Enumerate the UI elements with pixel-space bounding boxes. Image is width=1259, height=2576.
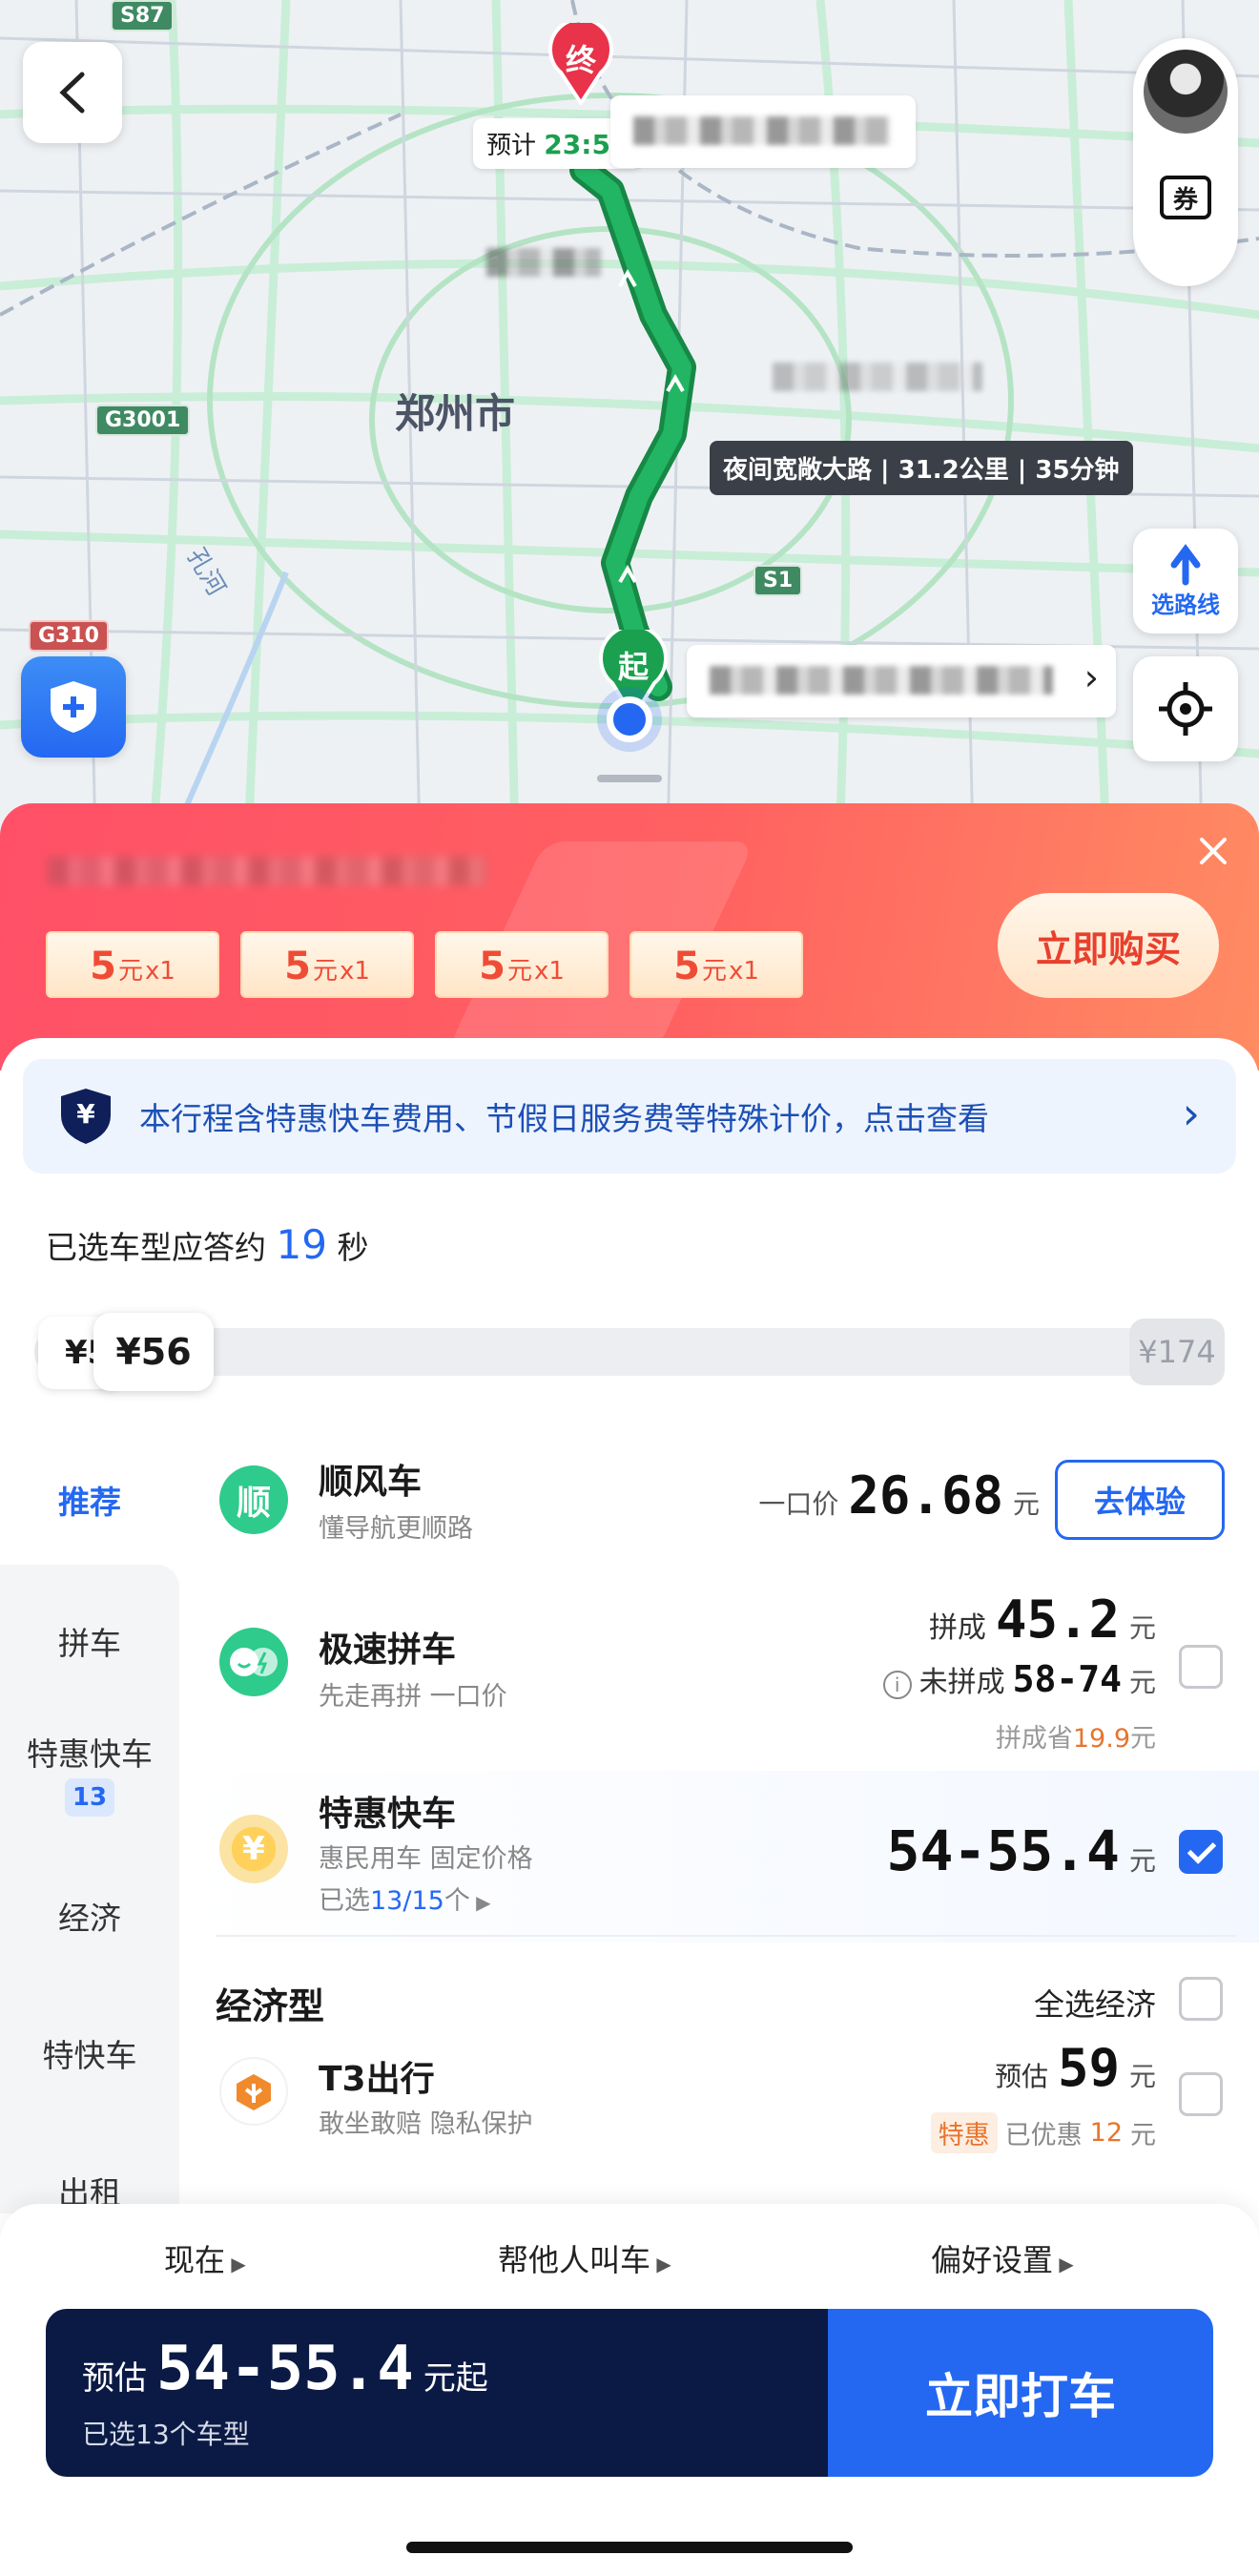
profile-panel: 券 — [1133, 38, 1238, 286]
locate-button[interactable] — [1133, 656, 1238, 761]
route-select-button[interactable]: 选路线 — [1133, 529, 1238, 634]
route-arrow-icon — [1170, 543, 1201, 585]
select-all-economy-label[interactable]: 全选经济 — [1034, 1981, 1156, 2025]
triangle-right-icon: ▶ — [650, 2253, 671, 2275]
blurred-poi — [773, 363, 982, 391]
carpool-checkbox[interactable] — [1179, 1645, 1223, 1689]
blurred-address — [710, 666, 1053, 695]
current-location-dot — [607, 696, 652, 742]
sheet-grabber[interactable] — [597, 775, 662, 782]
t3-discount: 特惠 已优惠 12 元 — [930, 2112, 1156, 2153]
option-call-for-other[interactable]: 帮他人叫车 ▶ — [498, 2236, 671, 2280]
express-carpool-icon — [219, 1628, 288, 1696]
blurred-promo-title — [48, 857, 486, 885]
t3-logo-icon — [219, 2057, 288, 2126]
special-express-icon: ¥ — [219, 1815, 288, 1883]
nav-item-express-plus[interactable]: 特快车 — [0, 2030, 179, 2076]
chevron-right-icon: › — [1182, 1088, 1200, 1139]
row-title: 顺风车 — [319, 1463, 423, 1502]
row-subtitle: 敢坐敢赔 隐私保护 — [319, 2109, 533, 2139]
pickup-label[interactable]: › — [687, 645, 1116, 717]
try-hitch-button[interactable]: 去体验 — [1055, 1460, 1225, 1540]
nav-item-special-express[interactable]: 特惠快车 — [0, 1729, 179, 1775]
slider-max-label: ¥174 — [1129, 1319, 1225, 1385]
chevron-right-icon: › — [1084, 656, 1099, 698]
row-title: 特惠快车 — [319, 1795, 457, 1834]
section-title: 经济型 — [216, 1985, 325, 2027]
special-express-price: 54-55.4 元 — [886, 1818, 1156, 1883]
row-subtitle: 惠民用车 固定价格 — [319, 1844, 533, 1874]
coupon-chip: 5 元 x1 — [46, 931, 219, 998]
route-info-label[interactable]: 夜间宽敞大路 | 31.2公里 | 35分钟 — [710, 441, 1133, 495]
estimate-summary: 预估 54-55.4 元起 已选13个车型 — [46, 2309, 828, 2477]
hitch-price: 一口价 26.68 元 — [758, 1465, 1040, 1526]
nav-item-carpool[interactable]: 拼车 — [0, 1618, 179, 1664]
carpool-savings: 拼成省19.9元 — [995, 1724, 1156, 1754]
row-title: 极速拼车 — [319, 1631, 457, 1670]
avatar[interactable] — [1140, 46, 1231, 137]
t3-price: 预估 59 元 — [994, 2038, 1156, 2098]
map-view[interactable]: S87 G3001 S1 G310 郑州市 孔河 终 预计 23:50 夜间宽敞… — [0, 0, 1259, 840]
back-button[interactable] — [23, 42, 122, 143]
select-all-economy-checkbox[interactable] — [1179, 1977, 1223, 2021]
triangle-right-icon: ▶ — [1053, 2253, 1074, 2275]
coupon-chip: 5 元 x1 — [630, 931, 803, 998]
carpool-unmatched-price: i 未拼成 58-74 元 — [882, 1658, 1156, 1700]
divider — [216, 1935, 1236, 1937]
blurred-address — [633, 116, 891, 145]
end-marker: 终 — [547, 16, 614, 107]
triangle-right-icon: ▶ — [469, 1891, 491, 1914]
destination-label — [610, 95, 916, 168]
buy-now-button[interactable]: 立即购买 — [998, 893, 1219, 998]
safety-shield-button[interactable] — [21, 656, 126, 758]
option-preferences[interactable]: 偏好设置 ▶ — [931, 2236, 1074, 2280]
road-badge: G3001 — [95, 405, 191, 436]
close-icon[interactable] — [1194, 832, 1232, 870]
call-now-button[interactable]: 立即打车 — [828, 2309, 1213, 2477]
home-indicator — [406, 2542, 853, 2553]
nav-item-economy[interactable]: 经济 — [0, 1893, 179, 1939]
row-title: T3出行 — [319, 2060, 435, 2099]
selected-count-link[interactable]: 已选13/15个 ▶ — [319, 1880, 491, 1917]
fare-notice-bar[interactable]: ¥ 本行程含特惠快车费用、节假日服务费等特殊计价，点击查看 › — [23, 1059, 1236, 1174]
row-subtitle: 先走再拼 一口价 — [319, 1682, 507, 1712]
fare-notice-text: 本行程含特惠快车费用、节假日服务费等特殊计价，点击查看 — [139, 1100, 989, 1137]
triangle-right-icon: ▶ — [225, 2253, 246, 2275]
locate-icon — [1159, 682, 1212, 736]
coupon-chip: 5 元 x1 — [240, 931, 414, 998]
blurred-poi — [486, 248, 601, 277]
slider-thumb[interactable]: ¥56 — [93, 1313, 214, 1391]
wait-time-text: 已选车型应答约 19 秒 — [46, 1221, 369, 1268]
chevron-left-icon — [59, 72, 85, 114]
t3-checkbox[interactable] — [1179, 2072, 1223, 2116]
road-badge: S87 — [111, 0, 175, 31]
promo-banner: 5 元 x1 5 元 x1 5 元 x1 5 元 x1 立即购买 — [0, 803, 1259, 1070]
row-subtitle: 懂导航更顺路 — [319, 1514, 473, 1544]
road-badge: S1 — [753, 565, 803, 596]
option-now[interactable]: 现在 ▶ — [164, 2236, 246, 2280]
info-icon[interactable]: i — [882, 1671, 912, 1699]
hitch-ride-icon: 顺 — [219, 1465, 288, 1534]
road-badge: G310 — [29, 620, 109, 652]
shield-plus-icon — [51, 681, 96, 733]
carpool-price: 拼成 45.2 元 — [928, 1589, 1156, 1650]
coupon-chip: 5 元 x1 — [435, 931, 609, 998]
city-label: 郑州市 — [395, 390, 516, 437]
special-express-checkbox[interactable] — [1179, 1830, 1223, 1874]
nav-item-recommend[interactable]: 推荐 — [0, 1477, 179, 1523]
coupon-button[interactable]: 券 — [1160, 176, 1211, 219]
nav-badge: 13 — [65, 1778, 114, 1817]
shield-yuan-icon: ¥ — [59, 1087, 113, 1146]
discount-tag: 特惠 — [930, 2112, 998, 2153]
